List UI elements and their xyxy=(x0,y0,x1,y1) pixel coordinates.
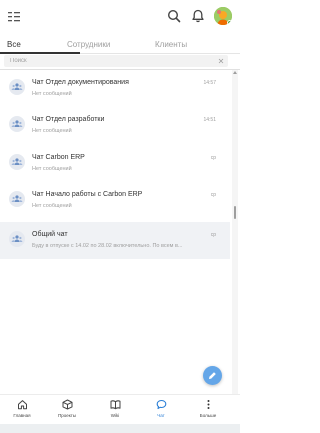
new-chat-button[interactable] xyxy=(203,366,222,385)
group-chat-avatar xyxy=(9,191,25,207)
chat-item-selected[interactable]: Общий чат Буду в отпуске с 14.02 по 28.0… xyxy=(0,222,230,259)
book-icon xyxy=(110,400,120,410)
window-bottom-edge xyxy=(0,424,240,433)
avatar[interactable] xyxy=(214,7,232,25)
chat-title: Чат Отдел документирования xyxy=(32,79,129,86)
nav-label: Больше xyxy=(199,413,217,418)
nav-label: Чат xyxy=(157,413,165,418)
nav-label: Проекты xyxy=(57,413,77,418)
chat-last-message: Нет сообщений xyxy=(32,203,72,209)
scrollbar[interactable] xyxy=(232,70,238,406)
nav-chat[interactable]: Чат xyxy=(141,399,181,418)
app-window: Все Сотрудники Клиенты Чат Отдел докумен… xyxy=(0,0,240,433)
group-icon xyxy=(11,158,23,165)
chat-title: Чат Отдел разработки xyxy=(32,116,105,123)
chat-time: ср xyxy=(210,232,216,238)
chat-item[interactable]: Чат Отдел разработки Нет сообщений 14:51 xyxy=(0,107,230,144)
bottom-navigation: Главная Проекты Wiki Чат Больше xyxy=(0,394,240,424)
chat-title: Общий чат xyxy=(32,231,68,238)
group-icon xyxy=(11,195,23,202)
nav-label: Wiki xyxy=(110,413,120,418)
chat-last-message: Нет сообщений xyxy=(32,166,72,172)
tab-all[interactable]: Все xyxy=(7,40,21,49)
box-icon xyxy=(62,399,72,410)
chat-last-message: Нет сообщений xyxy=(32,91,72,97)
active-tab-indicator xyxy=(0,52,80,54)
chat-item[interactable]: Чат Отдел документирования Нет сообщений… xyxy=(0,70,230,107)
clear-icon[interactable] xyxy=(218,58,224,64)
scroll-up-arrow[interactable] xyxy=(233,71,237,74)
more-icon xyxy=(207,400,209,409)
chat-time: 14:57 xyxy=(203,80,216,86)
chat-time: ср xyxy=(210,155,216,161)
chat-time: ср xyxy=(210,192,216,198)
online-status-dot xyxy=(227,20,232,25)
chat-last-message: Буду в отпуске с 14.02 по 28.02 включите… xyxy=(32,243,183,249)
nav-more[interactable]: Больше xyxy=(188,399,228,418)
tab-employees[interactable]: Сотрудники xyxy=(67,40,110,49)
chat-item[interactable]: Чат Carbon ERP Нет сообщений ср xyxy=(0,145,230,182)
bell-icon[interactable] xyxy=(190,8,206,24)
nav-projects[interactable]: Проекты xyxy=(47,399,87,418)
group-chat-avatar xyxy=(9,79,25,95)
nav-label: Главная xyxy=(13,413,31,418)
chat-title: Чат Начало работы с Carbon ERP xyxy=(32,191,143,198)
search-icon[interactable] xyxy=(166,8,182,24)
menu-icon[interactable] xyxy=(7,10,21,24)
top-bar xyxy=(0,0,240,34)
scroll-thumb[interactable] xyxy=(234,206,236,219)
chat-last-message: Нет сообщений xyxy=(32,128,72,134)
pencil-icon xyxy=(209,372,216,379)
chat-time: 14:51 xyxy=(203,117,216,123)
group-chat-avatar xyxy=(9,154,25,170)
group-icon xyxy=(11,235,23,242)
search-box xyxy=(4,55,228,67)
chat-item[interactable]: Чат Начало работы с Carbon ERP Нет сообщ… xyxy=(0,182,230,219)
nav-wiki[interactable]: Wiki xyxy=(95,399,135,418)
chat-icon xyxy=(156,399,166,410)
tab-clients[interactable]: Клиенты xyxy=(155,40,187,49)
search-input[interactable] xyxy=(10,55,210,67)
group-chat-avatar xyxy=(9,116,25,132)
chat-title: Чат Carbon ERP xyxy=(32,154,85,161)
nav-home[interactable]: Главная xyxy=(2,399,42,418)
group-icon xyxy=(11,83,23,90)
tab-bar: Все Сотрудники Клиенты xyxy=(0,37,240,53)
home-icon xyxy=(17,400,27,410)
group-chat-avatar xyxy=(9,231,25,247)
group-icon xyxy=(11,120,23,127)
